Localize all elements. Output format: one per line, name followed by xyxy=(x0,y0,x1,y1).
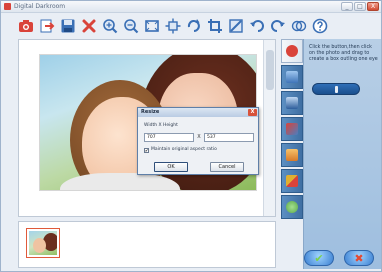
straighten-icon[interactable] xyxy=(227,17,245,35)
maintain-aspect-label: Maintain original aspect ratio xyxy=(151,147,217,152)
rotate-icon[interactable] xyxy=(185,17,203,35)
color-tab[interactable] xyxy=(281,117,303,141)
dimension-separator: X xyxy=(197,134,201,140)
discard-button[interactable]: ✖ xyxy=(344,250,374,266)
maximize-button[interactable]: □ xyxy=(354,2,366,11)
filmstrip xyxy=(18,221,276,268)
dialog-title-bar: Resize X xyxy=(138,108,258,117)
color-tab-icon xyxy=(286,123,298,135)
share-tab-icon xyxy=(286,201,298,213)
apply-button[interactable]: ✔ xyxy=(304,250,334,266)
red-eye-tab[interactable] xyxy=(281,39,303,63)
close-window-button[interactable]: X xyxy=(367,2,379,11)
red-eye-tool-button[interactable] xyxy=(312,83,360,95)
frames-tab[interactable] xyxy=(281,169,303,193)
share-tab[interactable] xyxy=(281,195,303,219)
side-tabs xyxy=(281,39,303,219)
zoom-out-icon[interactable] xyxy=(122,17,140,35)
app-icon xyxy=(4,3,11,10)
adjust-tab-icon xyxy=(286,97,298,109)
height-field[interactable]: 537 xyxy=(204,133,254,142)
effects-tab-icon xyxy=(286,149,298,161)
ok-button[interactable]: OK xyxy=(154,162,188,172)
frames-tab-icon xyxy=(286,175,298,187)
compare-icon[interactable] xyxy=(290,17,308,35)
zoom-in-icon[interactable] xyxy=(101,17,119,35)
camera-icon[interactable] xyxy=(17,17,35,35)
maintain-aspect-checkbox[interactable]: ✔ xyxy=(144,148,149,153)
tool-panel: Click the button,then click on the photo… xyxy=(303,39,381,269)
dialog-title: Resize xyxy=(141,109,160,115)
import-icon[interactable] xyxy=(38,17,56,35)
minimize-button[interactable]: _ xyxy=(341,2,353,11)
adjust-tab[interactable] xyxy=(281,91,303,115)
enhance-tab[interactable] xyxy=(281,65,303,89)
scrollbar-thumb[interactable] xyxy=(266,50,274,90)
effects-tab[interactable] xyxy=(281,143,303,167)
cancel-button[interactable]: Cancel xyxy=(210,162,244,172)
help-icon[interactable] xyxy=(311,17,329,35)
app-window: Digital Darkroom _ □ X Resize X Width X … xyxy=(0,0,382,272)
redo-icon[interactable] xyxy=(269,17,287,35)
fit-icon[interactable] xyxy=(143,17,161,35)
photo-thumbnail[interactable] xyxy=(26,228,60,258)
crop-icon[interactable] xyxy=(206,17,224,35)
title-bar: Digital Darkroom _ □ X xyxy=(1,1,381,13)
panel-instructions: Click the button,then click on the photo… xyxy=(309,45,378,63)
window-title: Digital Darkroom xyxy=(14,3,66,10)
width-field[interactable]: 707 xyxy=(144,133,194,142)
red-eye-tab-icon xyxy=(286,45,298,57)
delete-icon[interactable] xyxy=(80,17,98,35)
dimension-label: Width X Height xyxy=(144,123,178,128)
toolbar xyxy=(3,14,381,38)
resize-icon[interactable] xyxy=(164,17,182,35)
save-icon[interactable] xyxy=(59,17,77,35)
vertical-scrollbar[interactable] xyxy=(263,40,275,216)
enhance-tab-icon xyxy=(286,71,298,83)
undo-icon[interactable] xyxy=(248,17,266,35)
dialog-close-button[interactable]: X xyxy=(248,109,257,116)
resize-dialog: Resize X Width X Height 707 X 537 ✔ Main… xyxy=(137,107,259,175)
